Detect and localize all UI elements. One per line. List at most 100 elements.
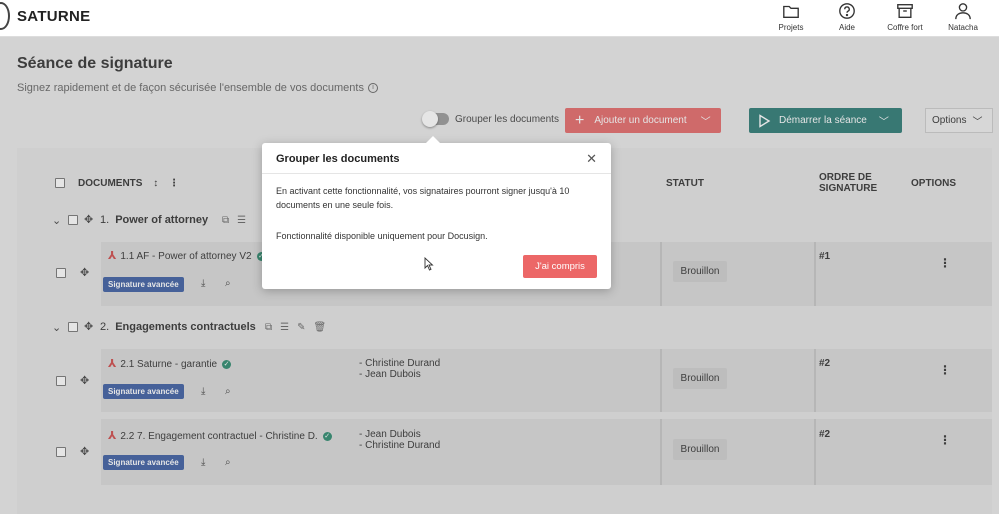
reorder-icon[interactable]: ☰	[237, 215, 254, 226]
popover-divider	[262, 173, 611, 174]
column-header-options: OPTIONS	[911, 178, 957, 189]
nav-coffre-fort[interactable]: Coffre fort	[877, 0, 933, 37]
ungroup-icon[interactable]: ⧉	[222, 215, 237, 226]
signature-type-badge: Signature avancée	[103, 455, 184, 470]
start-session-label: Démarrer la séance	[779, 115, 867, 126]
nav-label: Projets	[778, 23, 804, 32]
row-checkbox[interactable]	[56, 268, 66, 278]
signer-name: - Christine Durand	[359, 440, 441, 451]
top-bar: SATURNE Projets Aide Coffre fort Natacha	[0, 0, 999, 37]
select-all-checkbox[interactable]	[55, 178, 65, 188]
close-icon[interactable]: ✕	[586, 152, 597, 165]
info-icon[interactable]: i	[367, 83, 378, 94]
add-document-label: Ajouter un document	[594, 115, 687, 126]
move-icon[interactable]: ✥	[84, 320, 93, 333]
more-vertical-icon[interactable]: ⋮	[169, 178, 179, 189]
app-title: SATURNE	[17, 8, 91, 25]
group-title: 2. Engagements contractuels	[100, 321, 256, 333]
popover-title: Grouper les documents	[276, 153, 400, 165]
nav-aide[interactable]: Aide	[821, 0, 873, 37]
page-subtitle: Signez rapidement et de façon sécurisée …	[17, 82, 378, 94]
logo-icon	[0, 2, 10, 30]
sort-icon[interactable]: ↕	[153, 178, 158, 189]
signature-type-badge: Signature avancée	[103, 277, 184, 292]
column-header-statut: STATUT	[666, 178, 704, 189]
group-number: 1.	[100, 214, 110, 226]
preview-icon[interactable]: ⌕	[225, 386, 231, 397]
chevron-down-icon[interactable]: ⌄	[52, 321, 61, 334]
signers-list: - Christine Durand - Jean Dubois	[359, 358, 440, 380]
document-name-text: 1.1 AF - Power of attorney V2	[120, 251, 252, 262]
start-session-button[interactable]: Démarrer la séance ﹀	[749, 108, 902, 133]
signers-list: - Jean Dubois - Christine Durand	[359, 429, 440, 451]
document-name[interactable]: ⅄ 2.2 7. Engagement contractuel - Christi…	[108, 429, 332, 442]
status-badge: Brouillon	[673, 261, 727, 282]
more-options-icon[interactable]: ⋮	[939, 256, 951, 270]
archive-icon	[897, 4, 913, 18]
signer-name: - Jean Dubois	[359, 369, 421, 380]
nav-user[interactable]: Natacha	[937, 0, 989, 37]
help-icon	[839, 3, 855, 19]
preview-icon[interactable]: ⌕	[225, 278, 231, 289]
row-checkbox[interactable]	[56, 447, 66, 457]
column-divider	[814, 419, 816, 485]
group-tools: ⧉☰✎🗑	[265, 322, 334, 333]
delete-icon[interactable]: 🗑	[314, 322, 335, 333]
group-documents-toggle[interactable]	[422, 111, 449, 127]
row-checkbox[interactable]	[56, 376, 66, 386]
edit-icon[interactable]: ✎	[297, 322, 313, 333]
top-nav: Projets Aide Coffre fort Natacha	[761, 0, 989, 37]
move-icon[interactable]: ✥	[80, 266, 89, 279]
check-icon: ✓	[222, 359, 232, 369]
popover-arrow	[426, 136, 440, 143]
column-divider	[660, 349, 662, 412]
document-name[interactable]: ⅄ 2.1 Saturne - garantie ✓	[108, 357, 232, 370]
preview-icon[interactable]: ⌕	[225, 457, 231, 468]
status-badge: Brouillon	[673, 368, 727, 389]
column-divider	[814, 242, 816, 306]
status-badge: Brouillon	[673, 439, 727, 460]
download-icon[interactable]: ⤓	[201, 278, 205, 289]
column-header-documents[interactable]: DOCUMENTS ↕ ⋮	[78, 178, 179, 189]
signature-order: #2	[819, 429, 831, 440]
folder-icon	[783, 5, 799, 18]
group-name: Engagements contractuels	[115, 321, 256, 333]
nav-projets[interactable]: Projets	[765, 0, 817, 37]
group-name: Power of attorney	[115, 214, 209, 226]
acknowledge-button[interactable]: J'ai compris	[523, 255, 597, 278]
check-icon: ✓	[322, 431, 332, 441]
ungroup-icon[interactable]: ⧉	[265, 322, 280, 333]
move-icon[interactable]: ✥	[84, 213, 93, 226]
table-row	[101, 349, 992, 412]
nav-label: Natacha	[948, 23, 978, 32]
column-divider	[814, 349, 816, 412]
group-checkbox[interactable]	[68, 215, 78, 225]
options-label: Options	[932, 115, 967, 126]
signer-name: - Christine Durand	[359, 358, 441, 369]
nav-label: Aide	[838, 23, 855, 32]
popover-description: En activant cette fonctionnalité, vos si…	[276, 186, 570, 210]
document-name-text: 2.1 Saturne - garantie	[120, 359, 218, 370]
play-icon	[759, 113, 771, 128]
mouse-cursor-icon	[424, 257, 434, 271]
more-options-icon[interactable]: ⋮	[939, 363, 951, 377]
add-document-button[interactable]: + Ajouter un document ﹀	[565, 108, 721, 133]
document-name[interactable]: ⅄1.1 AF - Power of attorney V2✓	[108, 249, 266, 262]
download-icon[interactable]: ⤓	[201, 457, 205, 468]
group-tools: ⧉☰	[222, 215, 254, 226]
signature-order: #2	[819, 358, 831, 369]
signature-type-badge: Signature avancée	[103, 384, 184, 399]
group-documents-label: Grouper les documents	[455, 113, 559, 125]
download-icon[interactable]: ⤓	[201, 386, 205, 397]
move-icon[interactable]: ✥	[80, 374, 89, 387]
column-divider	[660, 419, 662, 485]
chevron-down-icon[interactable]: ⌄	[52, 214, 61, 227]
group-checkbox[interactable]	[68, 322, 78, 332]
more-options-icon[interactable]: ⋮	[939, 433, 951, 447]
signature-order: #1	[819, 251, 831, 262]
reorder-icon[interactable]: ☰	[280, 322, 297, 333]
options-dropdown[interactable]: Options ﹀	[925, 108, 993, 133]
plus-icon: +	[575, 111, 585, 129]
popover-note: Fonctionnalité disponible uniquement pou…	[276, 231, 488, 241]
move-icon[interactable]: ✥	[80, 445, 89, 458]
